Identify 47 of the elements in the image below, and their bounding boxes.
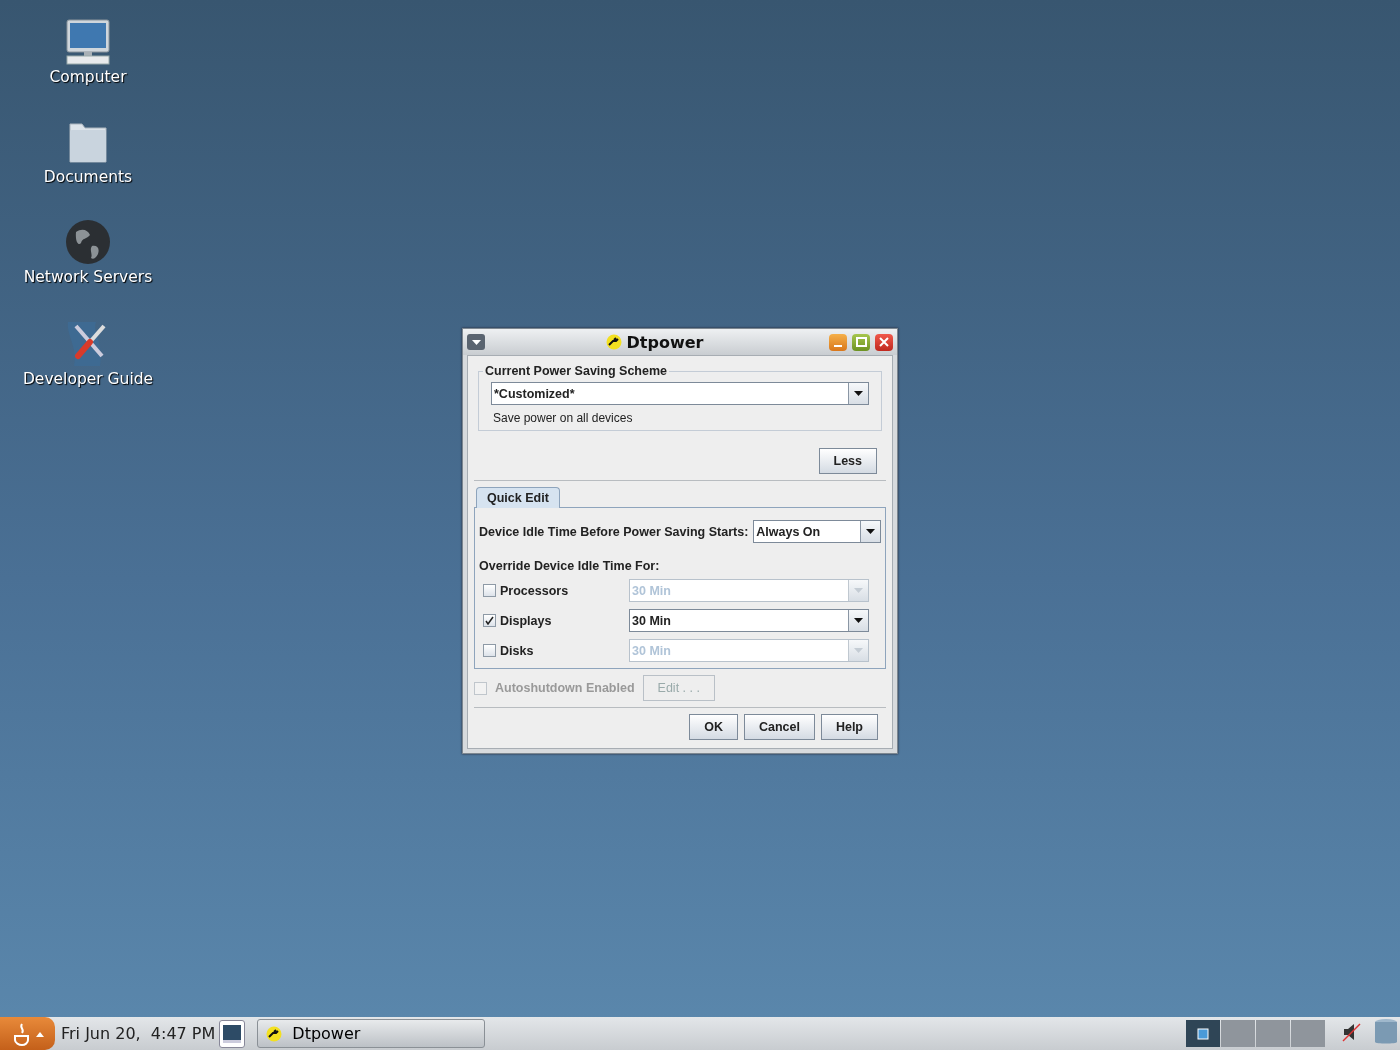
start-menu-button[interactable]: [0, 1017, 55, 1050]
idle-time-label: Device Idle Time Before Power Saving Starts:: [479, 524, 749, 539]
checkbox-label: Autoshutdown Enabled: [495, 681, 635, 695]
window-menu-button[interactable]: [467, 334, 485, 350]
checkbox-label: Processors: [500, 583, 569, 598]
checkbox[interactable]: [483, 614, 496, 627]
trash-icon: [1374, 1017, 1398, 1046]
plug-icon: [605, 334, 622, 350]
tab[interactable]: Quick Edit: [476, 487, 560, 508]
window-title: Dtpower: [626, 332, 704, 352]
dialog-button[interactable]: Cancel: [743, 714, 815, 740]
maximize-icon: [855, 337, 867, 347]
check-icon: [485, 616, 494, 625]
checkbox[interactable]: [483, 644, 496, 657]
checkbox-label: Disks: [500, 643, 534, 658]
override-heading: Override Device Idle Time For:: [479, 559, 661, 573]
checkbox-label: Displays: [500, 613, 552, 628]
computer-icon: [64, 18, 112, 66]
workspace-button[interactable]: [1186, 1020, 1220, 1047]
desktop-icon: [222, 1023, 243, 1044]
dialog-button[interactable]: OK: [689, 714, 738, 740]
window-thumbnail-icon: [1197, 1027, 1209, 1040]
minimize-icon: [834, 345, 842, 347]
checkbox[interactable]: [483, 584, 496, 597]
minimize-button[interactable]: [829, 333, 847, 351]
plug-icon: [266, 1025, 283, 1042]
maximize-button[interactable]: [852, 333, 870, 351]
desktop-icon-label[interactable]: Documents: [43, 168, 133, 186]
dialog-button[interactable]: Help: [820, 714, 878, 740]
cup-icon: [11, 1021, 32, 1046]
desktop-icon-label[interactable]: Computer: [49, 68, 127, 86]
less-button[interactable]: Less: [818, 448, 877, 474]
globe-icon: [64, 218, 112, 266]
desktop-icon-label[interactable]: Network Servers: [23, 268, 153, 286]
group-title: Current Power Saving Scheme: [484, 364, 668, 378]
caret-icon: [35, 1030, 44, 1037]
taskbar-button[interactable]: Dtpower: [257, 1019, 486, 1048]
show-desktop-button[interactable]: [219, 1019, 246, 1048]
clock[interactable]: Fri Jun 20, 4:47 PM: [61, 1024, 216, 1043]
muted-speaker-icon: [1340, 1020, 1362, 1043]
dropdown[interactable]: 30 Min: [629, 609, 869, 632]
dropdown[interactable]: *Customized*: [491, 382, 869, 405]
close-button[interactable]: [875, 333, 893, 351]
scheme-description: Save power on all devices: [493, 411, 634, 425]
desktop-icon-label[interactable]: Developer Guide: [22, 370, 154, 388]
dropdown[interactable]: Always On: [753, 520, 881, 543]
close-icon: [879, 337, 889, 347]
